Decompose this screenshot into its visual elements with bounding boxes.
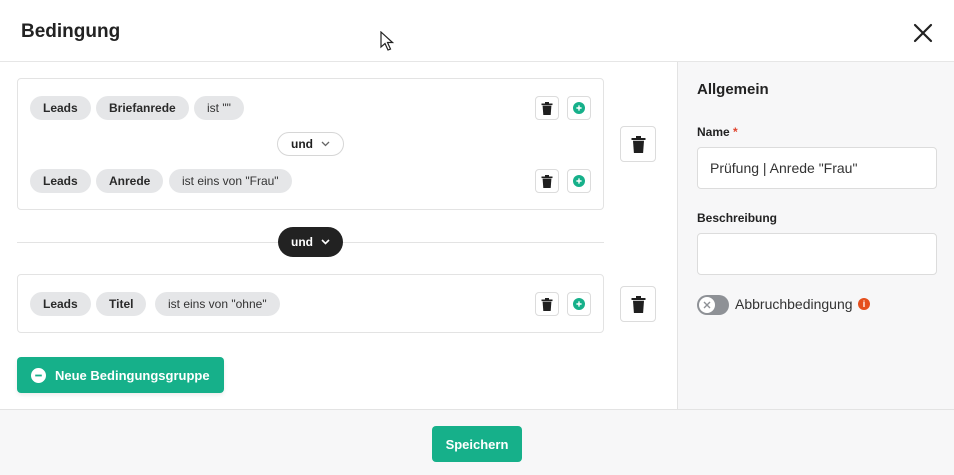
add-condition-button[interactable] <box>567 169 591 193</box>
condition-field-chip[interactable]: Titel <box>96 292 147 316</box>
new-condition-group-label: Neue Bedingungsgruppe <box>55 367 210 383</box>
plus-circle-icon <box>31 367 46 383</box>
delete-condition-button[interactable] <box>535 169 559 193</box>
abort-condition-toggle[interactable] <box>697 295 729 315</box>
delete-condition-button[interactable] <box>535 96 559 120</box>
info-icon[interactable]: i <box>858 298 870 310</box>
plus-circle-icon <box>573 102 585 114</box>
inner-connector-dropdown[interactable]: und <box>277 132 344 156</box>
condition-operator-chip[interactable]: ist "" <box>194 96 244 120</box>
group-connector-label: und <box>291 235 313 249</box>
condition-operator-chip[interactable]: ist eins von "ohne" <box>155 292 280 316</box>
required-mark: * <box>733 125 738 139</box>
chevron-down-icon <box>321 239 330 245</box>
name-input[interactable]: Prüfung | Anrede "Frau" <box>697 147 937 189</box>
description-input[interactable] <box>697 233 937 275</box>
delete-group-button[interactable] <box>620 126 656 162</box>
condition-field-chip[interactable]: Anrede <box>96 169 164 193</box>
name-label-text: Name <box>697 125 730 139</box>
inner-connector-label: und <box>291 137 313 151</box>
group-connector-dropdown[interactable]: und <box>278 227 343 257</box>
trash-icon <box>541 297 553 311</box>
close-button[interactable] <box>910 20 936 46</box>
condition-object-chip[interactable]: Leads <box>30 292 91 316</box>
section-title: Allgemein <box>697 81 769 98</box>
dialog-title: Bedingung <box>21 21 121 42</box>
save-button[interactable]: Speichern <box>432 426 522 462</box>
abort-condition-label: Abbruchbedingung <box>735 296 853 312</box>
trash-icon <box>631 295 645 313</box>
dialog-header: Bedingung <box>0 0 954 62</box>
mouse-cursor-icon <box>380 31 394 51</box>
trash-icon <box>541 174 553 188</box>
condition-object-chip[interactable]: Leads <box>30 96 91 120</box>
toggle-knob <box>699 297 715 313</box>
delete-condition-button[interactable] <box>535 292 559 316</box>
name-label: Name * <box>697 125 738 139</box>
condition-field-chip[interactable]: Briefanrede <box>96 96 189 120</box>
trash-icon <box>631 135 645 153</box>
add-condition-button[interactable] <box>567 96 591 120</box>
x-icon <box>703 301 711 309</box>
name-input-value: Prüfung | Anrede "Frau" <box>710 160 858 176</box>
chevron-down-icon <box>321 141 330 147</box>
new-condition-group-button[interactable]: Neue Bedingungsgruppe <box>17 357 224 393</box>
delete-group-button[interactable] <box>620 286 656 322</box>
plus-circle-icon <box>573 175 585 187</box>
add-condition-button[interactable] <box>567 292 591 316</box>
close-icon <box>913 23 933 43</box>
condition-operator-chip[interactable]: ist eins von "Frau" <box>169 169 292 193</box>
plus-circle-icon <box>573 298 585 310</box>
description-label: Beschreibung <box>697 211 778 225</box>
trash-icon <box>541 101 553 115</box>
condition-object-chip[interactable]: Leads <box>30 169 91 193</box>
